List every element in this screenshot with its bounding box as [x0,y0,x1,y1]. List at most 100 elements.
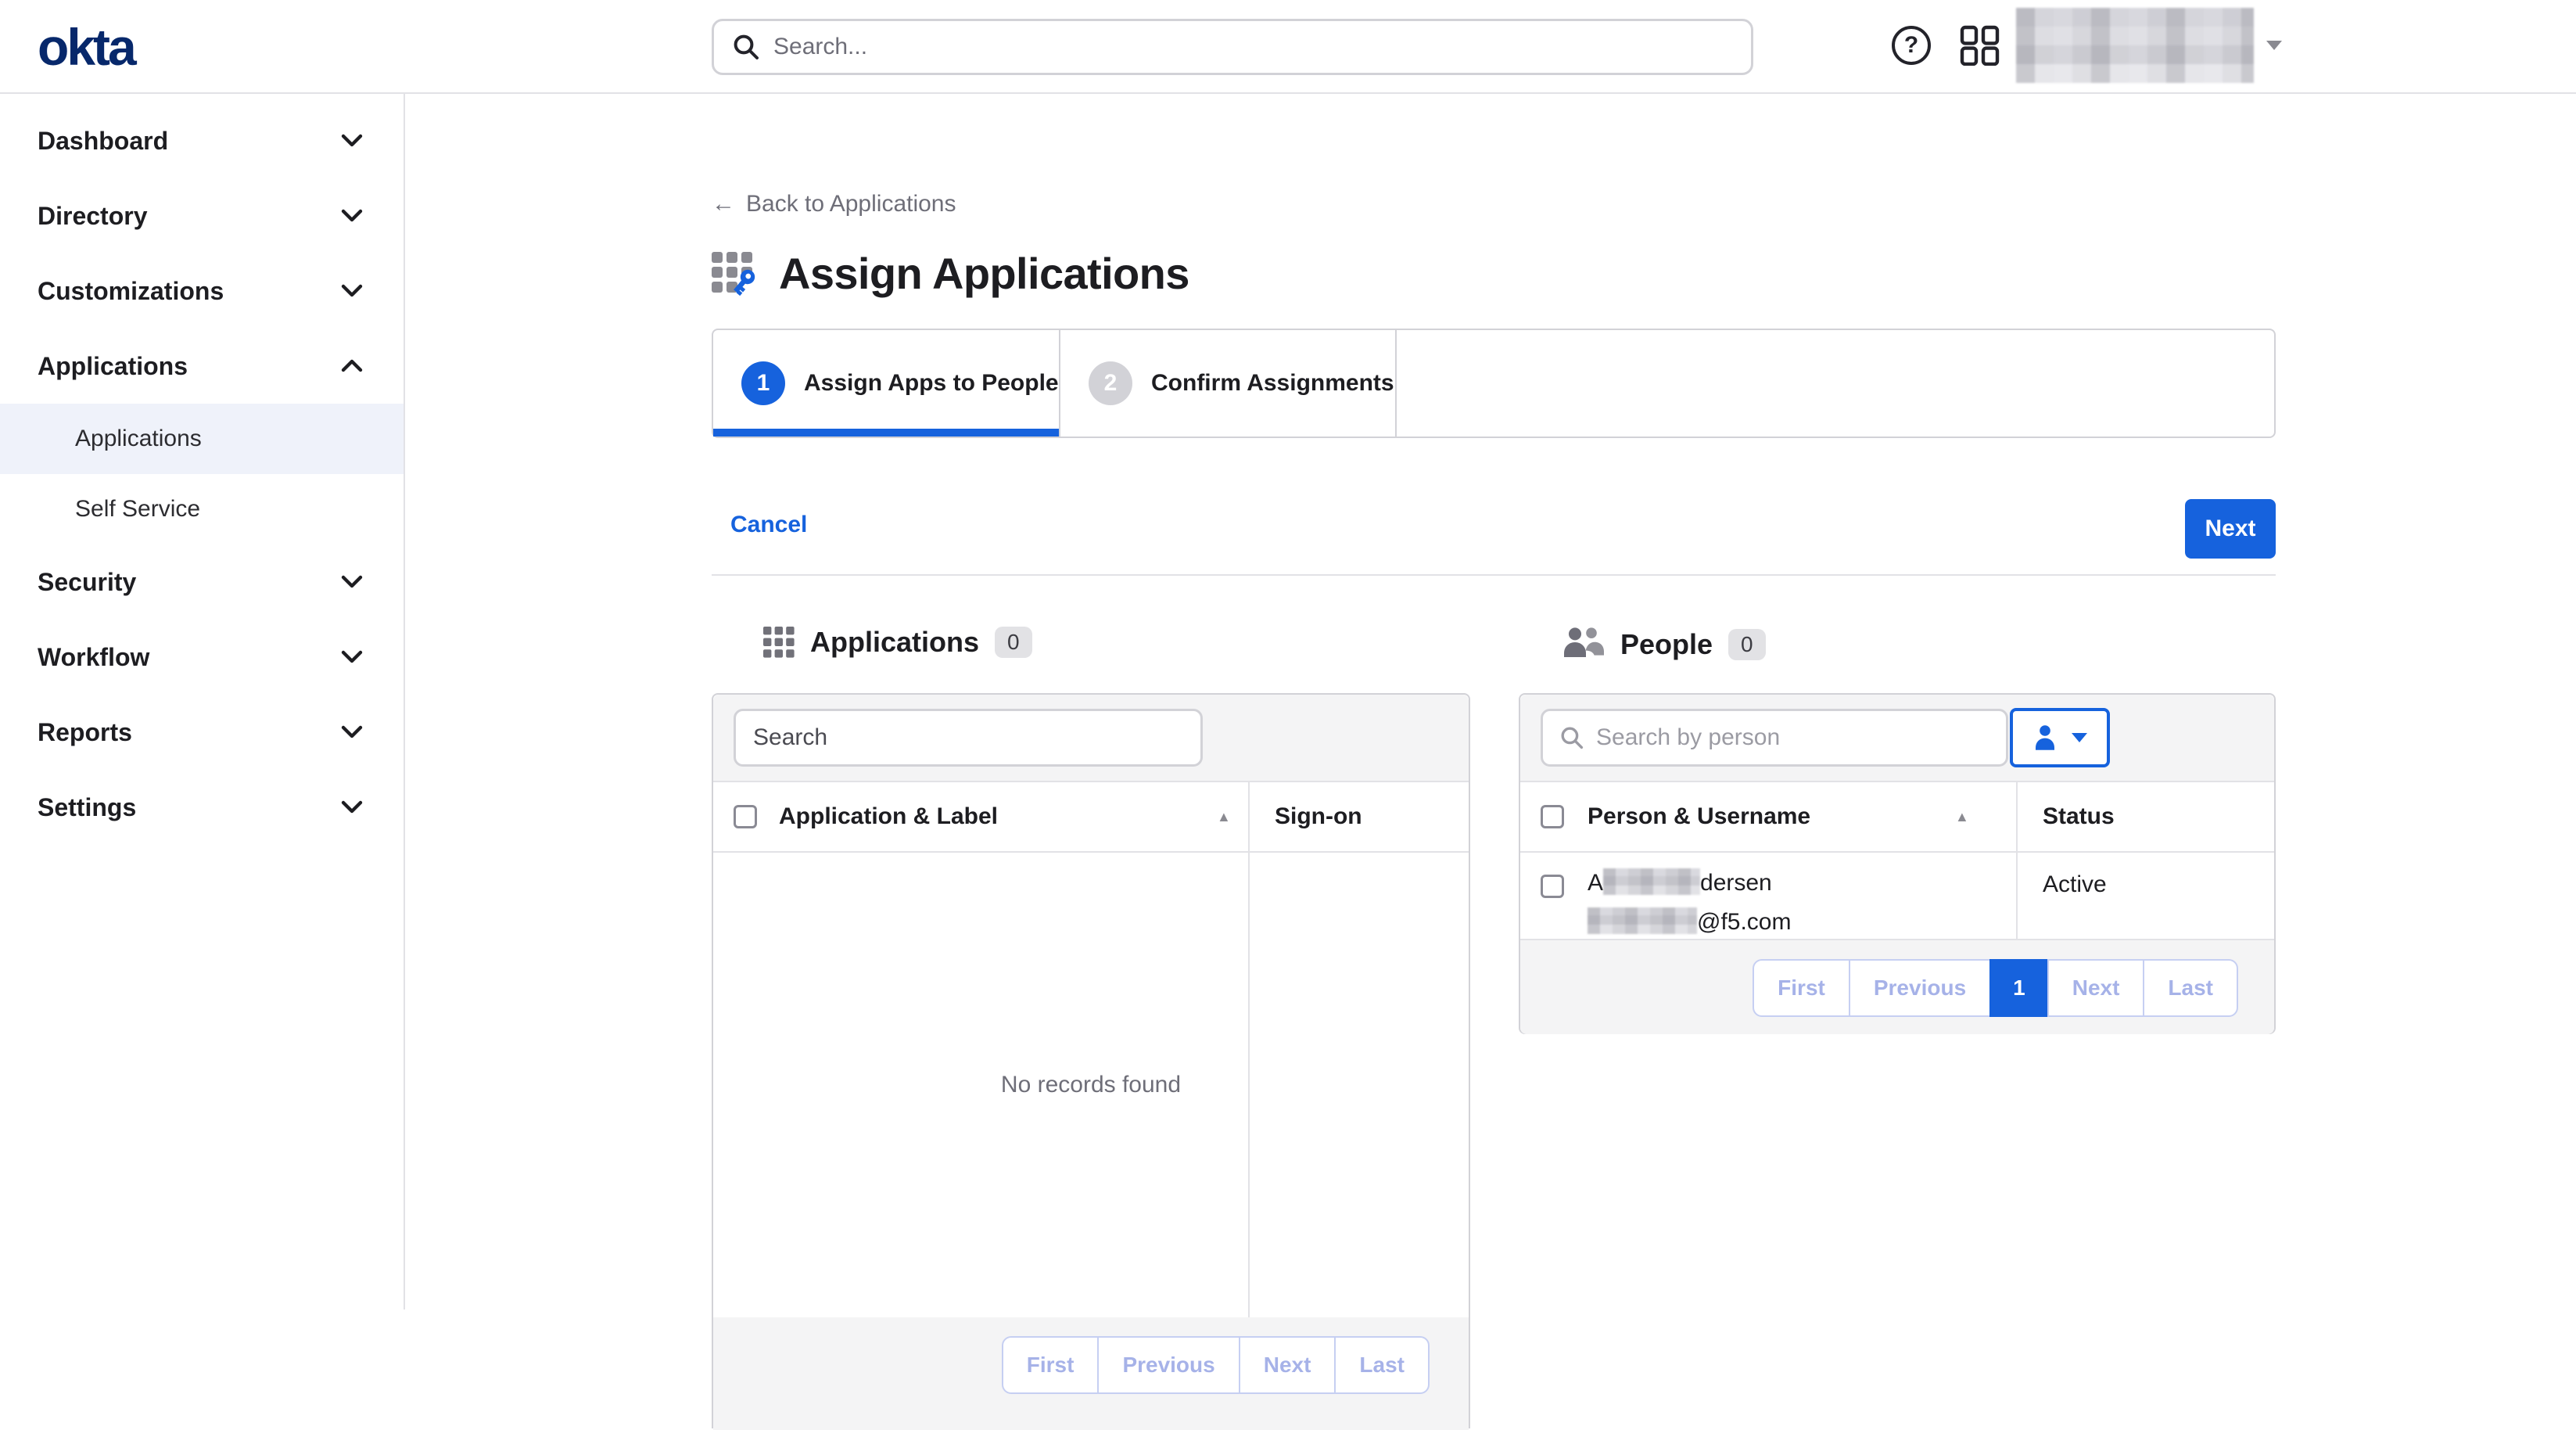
applications-section-label: Applications [810,626,979,659]
select-all-applications-checkbox[interactable] [734,805,757,828]
sidebar-subitem-label: Applications [75,426,202,452]
person-filter-dropdown[interactable] [2010,708,2110,767]
pagination-next-button[interactable]: Next [2047,959,2145,1017]
person-row[interactable]: Adersen @f5.com Active [1520,853,2274,940]
page-title: Assign Applications [779,248,1189,299]
global-search-input[interactable] [773,34,1732,60]
sidebar-subitem-self-service[interactable]: Self Service [0,474,404,544]
pagination-last-button[interactable]: Last [2143,959,2238,1017]
pagination-previous-button[interactable]: Previous [1849,959,1991,1017]
sidebar-item-label: Workflow [38,643,149,672]
next-button[interactable]: Next [2185,499,2276,559]
applications-search-input[interactable] [753,724,1183,751]
pagination-page-1-button[interactable]: 1 [1989,959,2049,1017]
person-status: Active [2043,871,2107,898]
people-panel-header [1520,695,2274,782]
people-panel: Person & Username ▲ Status Adersen @f5.c… [1519,693,2276,1034]
person-icon [2032,724,2058,751]
applications-grid-icon [763,627,795,658]
column-divider [1248,853,1250,1317]
people-icon [1562,626,1605,663]
user-menu[interactable] [2016,8,2282,83]
tab-assign-apps-to-people[interactable]: 1 Assign Apps to People [713,330,1060,437]
chevron-down-icon [2072,733,2087,742]
chevron-down-icon [341,725,363,739]
person-name: Adersen [1588,864,1791,903]
sidebar-item-label: Customizations [38,277,224,306]
pagination-first-button[interactable]: First [1002,1336,1100,1394]
divider [712,574,2276,576]
chevron-down-icon [341,575,363,589]
redacted-name-segment [1603,868,1700,895]
sidebar-item-label: Directory [38,202,148,231]
pagination-previous-button[interactable]: Previous [1097,1336,1240,1394]
sidebar-item-customizations[interactable]: Customizations [0,253,404,329]
applications-pagination: First Previous Next Last [1002,1336,1430,1394]
applications-count-badge: 0 [995,627,1032,658]
sidebar-subitem-applications[interactable]: Applications [0,404,404,474]
select-all-people-checkbox[interactable] [1541,805,1564,828]
sidebar-item-applications[interactable]: Applications [0,329,404,404]
help-button[interactable]: ? [1889,23,1933,67]
main-content: ← Back to Applications Assign Applicatio… [405,94,2576,1310]
chevron-down-icon [341,650,363,664]
people-pagination: First Previous 1 Next Last [1753,959,2238,1017]
applications-search [734,709,1203,767]
cancel-button[interactable]: Cancel [730,512,807,538]
step-2-badge: 2 [1089,361,1132,405]
people-search [1541,709,2008,767]
wizard-steps: 1 Assign Apps to People 2 Confirm Assign… [712,329,2276,438]
global-search [712,19,1753,75]
person-row-checkbox[interactable] [1541,875,1564,898]
sidebar-item-directory[interactable]: Directory [0,178,404,253]
sidebar-item-reports[interactable]: Reports [0,695,404,770]
sort-asc-icon: ▲ [1955,809,1969,825]
sidebar-item-security[interactable]: Security [0,544,404,620]
applications-panel-header [713,695,1469,782]
apps-grid-icon [1960,25,2000,66]
people-search-input[interactable] [1596,724,1989,751]
tab-confirm-assignments[interactable]: 2 Confirm Assignments [1060,330,1397,437]
pagination-next-button[interactable]: Next [1239,1336,1336,1394]
sort-asc-icon: ▲ [1217,809,1231,825]
applications-panel-footer: First Previous Next Last [713,1317,1469,1430]
applications-panel: Application & Label ▲ Sign-on No records… [712,693,1470,1428]
search-icon [1560,726,1584,749]
page-title-row: Assign Applications [712,247,1189,299]
people-section-label: People [1620,628,1713,661]
step-1-label: Assign Apps to People [804,370,1059,397]
sidebar-item-label: Applications [38,352,188,381]
sidebar: Dashboard Directory Customizations Appli… [0,94,405,1310]
column-status[interactable]: Status [2043,803,2115,830]
redacted-username-segment [1588,907,1697,934]
back-to-applications-link[interactable]: ← Back to Applications [712,191,956,217]
back-link-label: Back to Applications [746,191,956,217]
column-sign-on[interactable]: Sign-on [1275,803,1362,830]
column-divider [1248,782,1250,853]
assign-applications-icon [712,247,760,299]
apps-grid-button[interactable] [1958,23,2002,67]
people-table-header: Person & Username ▲ Status [1520,782,2274,853]
help-icon: ? [1892,26,1931,65]
applications-section-header: Applications 0 [763,626,1032,659]
step-1-badge: 1 [741,361,785,405]
column-application-label[interactable]: Application & Label [779,803,998,830]
chevron-down-icon [341,209,363,223]
column-person-username[interactable]: Person & Username [1588,803,1810,830]
sidebar-item-workflow[interactable]: Workflow [0,620,404,695]
back-arrow-icon: ← [712,191,735,217]
pagination-first-button[interactable]: First [1753,959,1850,1017]
chevron-down-icon [341,134,363,148]
person-username: @f5.com [1588,903,1791,942]
column-divider [2016,782,2018,853]
sidebar-subitem-label: Self Service [75,496,200,523]
sidebar-item-label: Settings [38,793,136,822]
people-panel-footer: First Previous 1 Next Last [1520,940,2274,1034]
column-divider [2016,853,2018,940]
people-section-header: People 0 [1562,626,1766,663]
sidebar-item-dashboard[interactable]: Dashboard [0,103,404,178]
okta-logo: okta [38,17,135,77]
step-2-label: Confirm Assignments [1151,370,1394,397]
sidebar-item-settings[interactable]: Settings [0,770,404,845]
pagination-last-button[interactable]: Last [1334,1336,1430,1394]
